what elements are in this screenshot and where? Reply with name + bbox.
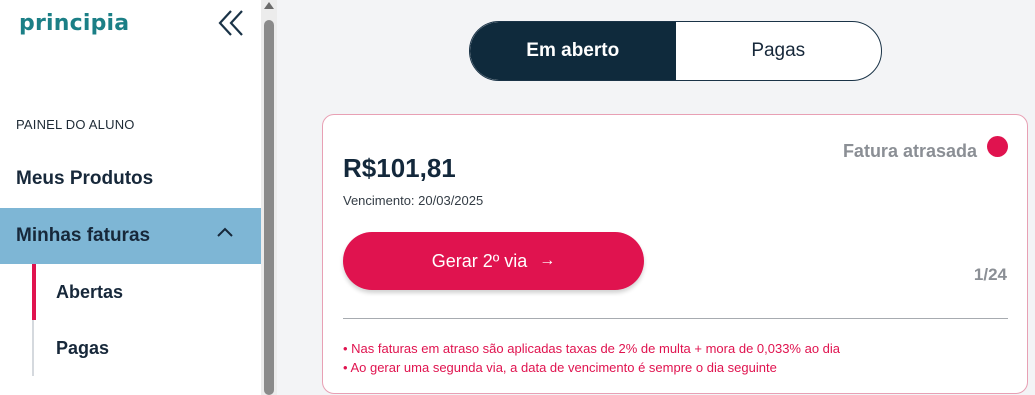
section-title: PAINEL DO ALUNO — [16, 117, 135, 132]
arrow-right-icon: → — [539, 252, 556, 269]
submenu-active-indicator — [32, 264, 36, 320]
sidebar-subitem-open[interactable]: Abertas — [56, 282, 123, 303]
double-chevron-left-icon — [218, 10, 243, 36]
sidebar-scrollbar[interactable] — [261, 0, 277, 395]
invoice-due-date: Vencimento: 20/03/2025 — [343, 193, 484, 208]
collapse-sidebar-button[interactable] — [214, 6, 246, 40]
invoice-card: Fatura atrasada R$101,81 Vencimento: 20/… — [322, 114, 1028, 394]
tab-paid[interactable]: Pagas — [676, 22, 882, 80]
divider — [343, 318, 1008, 319]
invoice-notes: • Nas faturas em atraso são aplicadas ta… — [343, 339, 840, 377]
chevron-up-icon — [217, 227, 233, 237]
tab-open[interactable]: Em aberto — [470, 22, 676, 80]
sidebar-item-label: Meus Produtos — [16, 168, 154, 189]
invoice-status-toggle: Em aberto Pagas — [469, 21, 882, 81]
invoice-amount: R$101,81 — [343, 153, 456, 183]
sidebar-item-products[interactable]: Meus Produtos — [0, 152, 261, 206]
note-late-fees: • Nas faturas em atraso são aplicadas ta… — [343, 341, 841, 356]
sidebar: principia PAINEL DO ALUNO Meus Produtos … — [0, 0, 261, 395]
invoice-pager: 1/24 — [973, 265, 1007, 284]
button-label: Gerar 2º via — [431, 250, 528, 271]
logo: principia — [19, 11, 130, 36]
status-badge: Fatura atrasada — [842, 141, 977, 161]
sidebar-item-invoices[interactable]: Minhas faturas — [0, 208, 261, 264]
sidebar-subitem-paid[interactable]: Pagas — [56, 338, 109, 359]
note-second-copy: • Ao gerar uma segunda via, a data de ve… — [343, 360, 777, 375]
scrollbar-thumb[interactable] — [264, 20, 274, 395]
sidebar-item-label: Minhas faturas — [16, 225, 151, 246]
red-dot-icon — [987, 136, 1008, 157]
scroll-up-arrow-icon[interactable] — [264, 2, 274, 9]
generate-second-copy-button[interactable]: Gerar 2º via → — [343, 232, 644, 290]
